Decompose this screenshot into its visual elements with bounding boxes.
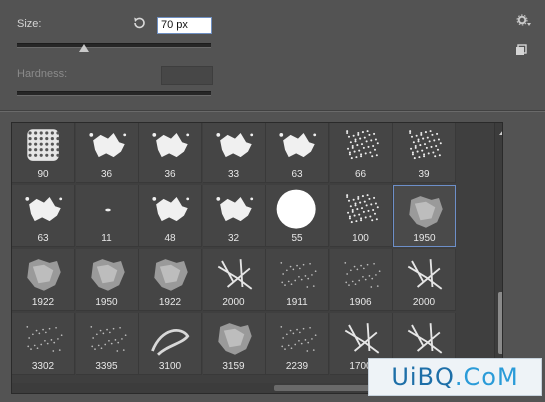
brush-tip-preview	[407, 259, 443, 290]
brush-tip-preview	[409, 196, 443, 228]
brush-preset[interactable]: 36	[139, 123, 202, 183]
brush-preset[interactable]: 1922	[12, 249, 75, 311]
brush-tip-preview	[217, 323, 252, 355]
brush-size-label: 3302	[31, 361, 55, 372]
brush-size-label: 66	[354, 169, 367, 180]
brush-preset[interactable]: 66	[329, 123, 393, 183]
brush-size-label: 32	[227, 233, 240, 244]
brush-size-label: 2239	[285, 361, 309, 372]
brush-tip-preview	[407, 323, 443, 354]
brush-preset[interactable]: 3302	[12, 313, 75, 375]
brush-tip-preview	[152, 133, 190, 158]
brush-size-label: 36	[164, 169, 176, 180]
hardness-slider[interactable]	[17, 91, 211, 96]
brush-size-label: 33	[227, 169, 240, 180]
brush-preset[interactable]: 100	[329, 185, 393, 247]
reset-size-icon[interactable]	[131, 15, 147, 31]
brush-preset[interactable]: 33	[202, 123, 266, 183]
brush-size-label: 1906	[349, 297, 372, 308]
size-input[interactable]	[157, 17, 212, 34]
brush-preset[interactable]: 1950	[75, 249, 139, 311]
brush-tip-preview	[88, 133, 126, 158]
brush-size-label: 100	[352, 233, 369, 244]
brush-size-label: 1950	[413, 233, 436, 244]
brush-preset[interactable]: 3395	[75, 313, 139, 375]
brush-preset[interactable]: 1950	[393, 185, 456, 247]
brush-tip-preview	[217, 259, 252, 290]
brush-preset[interactable]: 2000	[393, 249, 456, 311]
brush-tip-preview	[279, 133, 317, 158]
brush-preset[interactable]: 90	[12, 123, 75, 183]
watermark-text-a: UiBQ	[391, 363, 455, 391]
brush-preset[interactable]: 3159	[202, 313, 266, 375]
brush-tip-preview	[276, 189, 316, 229]
hardness-label: Hardness:	[17, 68, 68, 80]
vertical-scrollbar[interactable]	[494, 123, 502, 393]
brush-preset[interactable]: 32	[202, 185, 266, 247]
brush-size-label: 39	[418, 169, 430, 180]
scrollbar-thumb[interactable]	[498, 292, 502, 354]
brush-size-label: 2000	[412, 297, 436, 308]
size-label: Size:	[17, 18, 42, 30]
brush-size-label: 1922	[31, 297, 55, 308]
brush-size-label: 63	[37, 233, 49, 244]
watermark-logo: UiBQ.CoM	[368, 358, 542, 396]
brush-size-label: 55	[291, 233, 303, 244]
brush-tip-preview	[280, 326, 317, 352]
brush-size-label: 2000	[222, 297, 245, 308]
hscrollbar-thumb[interactable]	[274, 385, 379, 391]
brush-preset[interactable]: 3100	[139, 313, 202, 375]
brush-tip-preview	[280, 262, 317, 288]
gear-icon[interactable]	[516, 14, 532, 28]
brush-size-label: 3395	[95, 361, 118, 372]
brush-preset[interactable]: 36	[75, 123, 139, 183]
brush-size-label: 63	[291, 169, 303, 180]
scroll-up-arrow-icon[interactable]	[499, 126, 502, 138]
brush-preset[interactable]: 1922	[139, 249, 202, 311]
brush-size-label: 1950	[95, 297, 118, 308]
brush-preset[interactable]: 2000	[202, 249, 266, 311]
brush-tip-preview	[26, 326, 63, 352]
brush-tip-preview	[215, 197, 253, 222]
brush-tip-preview	[151, 329, 190, 356]
brush-preset[interactable]: 1911	[266, 249, 329, 311]
brush-size-label: 1911	[286, 297, 308, 308]
brush-size-label: 90	[37, 169, 49, 180]
brush-preset[interactable]: 39	[393, 123, 456, 183]
brush-preset[interactable]: 63	[266, 123, 329, 183]
brush-tip-preview	[215, 133, 253, 158]
brush-size-label: 3159	[222, 361, 245, 372]
brush-tip-preview	[343, 262, 380, 288]
brush-tip-preview	[104, 208, 111, 212]
brush-preset[interactable]: 48	[139, 185, 202, 247]
brush-tip-preview	[27, 129, 60, 161]
brush-tip-preview	[344, 323, 379, 354]
brush-preset[interactable]: 1906	[329, 249, 393, 311]
brush-preset[interactable]: 2239	[266, 313, 329, 375]
divider-highlight	[0, 111, 545, 112]
hardness-input[interactable]	[161, 66, 213, 85]
brush-tip-preview	[345, 194, 379, 224]
brush-tip-preview	[152, 197, 190, 222]
brush-tip-preview	[89, 326, 126, 352]
brush-size-label: 1922	[158, 297, 182, 308]
brush-size-label: 11	[101, 233, 112, 244]
brush-size-label: 3100	[158, 361, 182, 372]
brush-preset[interactable]: 55	[266, 185, 329, 247]
watermark-text-b: .CoM	[454, 363, 519, 391]
brush-tip-preview	[409, 130, 442, 160]
new-preset-icon[interactable]	[515, 44, 527, 56]
brush-tip-preview	[27, 259, 61, 291]
brush-preset-grid[interactable]: 90 36 36 33 63 66 39 63 11 48 32 55 100 1950 1922 1950 1…	[11, 122, 503, 394]
size-slider[interactable]	[17, 43, 211, 48]
brush-preset[interactable]: 63	[12, 185, 75, 247]
brush-size-label: 48	[164, 233, 176, 244]
brush-tip-preview	[25, 197, 63, 222]
size-slider-thumb[interactable]	[79, 44, 89, 52]
brush-tip-preview	[154, 259, 188, 291]
brush-tip-preview	[345, 130, 379, 160]
brush-size-label: 36	[100, 169, 113, 180]
brush-preset[interactable]: 11	[75, 185, 139, 247]
brush-tip-preview	[90, 259, 125, 291]
